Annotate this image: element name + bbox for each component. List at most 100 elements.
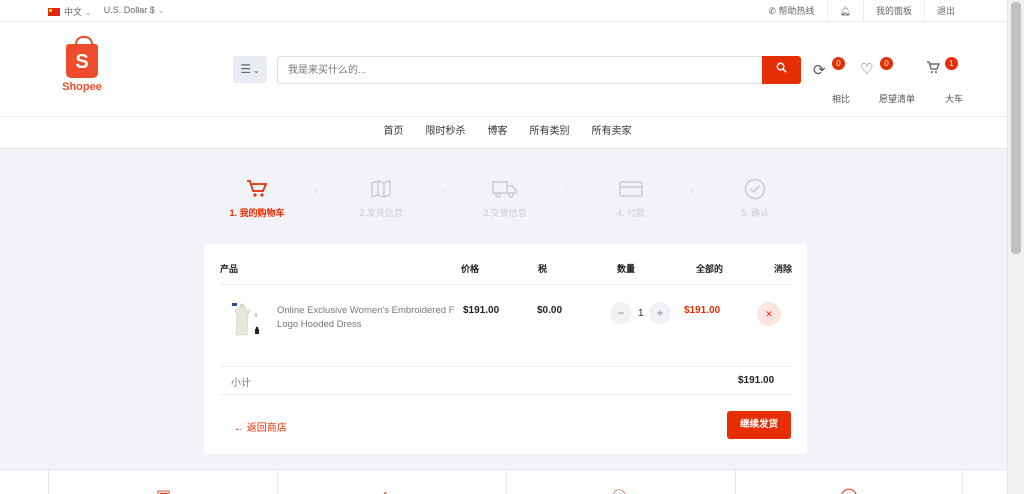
- search-button[interactable]: [762, 56, 801, 84]
- credit-card-icon: [596, 178, 666, 206]
- cart-label: 大车: [945, 94, 964, 104]
- logo-text: Shopee: [62, 81, 102, 93]
- header-remove: 消除: [774, 264, 793, 274]
- notification-button[interactable]: 🔔︎: [826, 0, 863, 22]
- hamburger-icon: ☰: [240, 62, 252, 76]
- cart-icon: [222, 178, 292, 206]
- divider: [220, 394, 791, 395]
- divider: [220, 284, 791, 285]
- step-label: 5. 确认: [740, 208, 769, 218]
- product-image[interactable]: [230, 301, 266, 341]
- product-name[interactable]: Online Exclusive Women's Embroidered F L…: [277, 304, 457, 332]
- step-my-cart: 1. 我的购物车: [222, 178, 292, 219]
- search-input[interactable]: [278, 57, 758, 83]
- minus-icon: −: [617, 306, 625, 320]
- check-circle-icon: [720, 178, 790, 206]
- cart-icon: [926, 61, 940, 78]
- header-tax: 税: [538, 264, 548, 274]
- document-icon: ▣: [156, 486, 171, 494]
- plus-icon: +: [656, 306, 664, 320]
- divider: [735, 470, 736, 494]
- cart-count-badge: 1: [945, 57, 958, 70]
- helpline-label: 帮助热线: [778, 6, 815, 16]
- nav-item-blog[interactable]: 博客: [488, 117, 508, 148]
- phone-icon: ✆: [768, 6, 776, 16]
- trash-icon: ✕: [765, 309, 773, 319]
- shopee-bag-logo: S: [66, 36, 98, 78]
- divider: [220, 366, 791, 367]
- truck-icon: [470, 178, 540, 206]
- nav-item-all-sellers[interactable]: 所有卖家: [592, 117, 632, 148]
- support-icon: ◯: [840, 486, 858, 494]
- chevron-down-icon: ⌄: [85, 8, 92, 17]
- checkout-steps: 1. 我的购物车 › 2.发货信息 › 3.交货信息 › 4. 付款 › 5. …: [222, 178, 792, 228]
- main-nav: 首页 限时秒杀 博客 所有类别 所有卖家: [0, 117, 1007, 149]
- return-to-shop-link[interactable]: ← 返回商店: [234, 419, 287, 434]
- language-selector[interactable]: 中文 ⌄: [48, 5, 92, 18]
- header-quantity: 数量: [617, 264, 636, 274]
- china-flag-icon: [48, 8, 60, 16]
- step-delivery-info: 3.交货信息: [470, 178, 540, 219]
- header-product: 产品: [220, 264, 239, 274]
- compare-count-badge: 0: [832, 57, 845, 70]
- chevron-right-icon: ›: [566, 186, 570, 197]
- item-price: $191.00: [463, 305, 500, 316]
- divider: [48, 470, 49, 494]
- logout-link[interactable]: 退出: [923, 0, 967, 22]
- refresh-icon: ⟳: [813, 62, 826, 79]
- step-label: 1. 我的购物车: [229, 208, 285, 218]
- chevron-down-icon: ⌄: [157, 6, 165, 15]
- map-icon: [346, 178, 416, 206]
- cart-card: 产品 价格 税 数量 全部的 消除 Online Exclusive Women…: [204, 244, 807, 454]
- step-shipping-info: 2.发货信息: [346, 178, 416, 219]
- nav-item-flash-sale[interactable]: 限时秒杀: [426, 117, 466, 148]
- nav-item-home[interactable]: 首页: [384, 117, 404, 148]
- step-payment: 4. 付款: [596, 178, 666, 219]
- scrollbar[interactable]: [1007, 0, 1024, 494]
- quantity-decrease-button[interactable]: −: [610, 302, 632, 324]
- divider: [506, 470, 507, 494]
- logo[interactable]: S Shopee: [62, 36, 102, 93]
- globe-icon: ☉: [612, 486, 626, 494]
- divider: [962, 470, 963, 494]
- topbar: 中文 ⌄ U.S. Dollar $ ⌄ ✆ 帮助热线 🔔︎ 我的面板 退出: [0, 0, 1007, 22]
- heart-icon: ♡: [860, 61, 874, 78]
- wishlist-label: 愿望清单: [879, 94, 916, 104]
- quantity-value[interactable]: 1: [638, 308, 644, 319]
- dashboard-link[interactable]: 我的面板: [862, 0, 924, 22]
- chevron-right-icon: ›: [314, 186, 318, 197]
- step-label: 4. 付款: [616, 208, 645, 218]
- currency-selector[interactable]: U.S. Dollar $ ⌄: [104, 5, 165, 18]
- scrollbar-thumb[interactable]: [1011, 2, 1021, 254]
- header: S Shopee ☰⌄ ⟳ 0 相比 ♡ 0 愿望清单 1 大车: [0, 22, 1007, 117]
- search-bar: [277, 56, 801, 84]
- subtotal-value: $191.00: [738, 375, 775, 386]
- header-price: 价格: [461, 264, 480, 274]
- item-total: $191.00: [684, 305, 721, 316]
- subtotal-label: 小计: [231, 378, 251, 389]
- chevron-right-icon: ›: [691, 186, 695, 197]
- header-total: 全部的: [696, 264, 724, 274]
- bell-icon: 🔔︎: [839, 6, 851, 16]
- chevron-right-icon: ›: [441, 186, 445, 197]
- quantity-increase-button[interactable]: +: [649, 302, 671, 324]
- wishlist-count-badge: 0: [880, 57, 893, 70]
- step-confirm: 5. 确认: [720, 178, 790, 219]
- category-menu-button[interactable]: ☰ ⌄: [233, 56, 267, 83]
- compare-label: 相比: [832, 94, 851, 104]
- search-icon: [776, 62, 787, 73]
- step-label: 2.发货信息: [359, 208, 403, 218]
- step-label: 3.交货信息: [483, 208, 527, 218]
- item-tax: $0.00: [537, 305, 563, 316]
- chevron-down-icon: ⌄: [253, 66, 260, 75]
- helpline-link[interactable]: ✆ 帮助热线: [756, 0, 826, 22]
- arrow-icon: ‹: [382, 486, 387, 494]
- currency-label: U.S. Dollar $: [103, 5, 155, 15]
- page: 中文 ⌄ U.S. Dollar $ ⌄ ✆ 帮助热线 🔔︎ 我的面板 退出 S S…: [0, 0, 1007, 494]
- remove-item-button[interactable]: ✕: [757, 302, 781, 326]
- feature-strip: ▣ ‹ ☉ ◯: [0, 469, 1007, 494]
- language-label: 中文: [64, 7, 83, 17]
- continue-shipping-button[interactable]: 继续发货: [727, 411, 791, 439]
- divider: [277, 470, 278, 494]
- nav-item-all-categories[interactable]: 所有类别: [530, 117, 570, 148]
